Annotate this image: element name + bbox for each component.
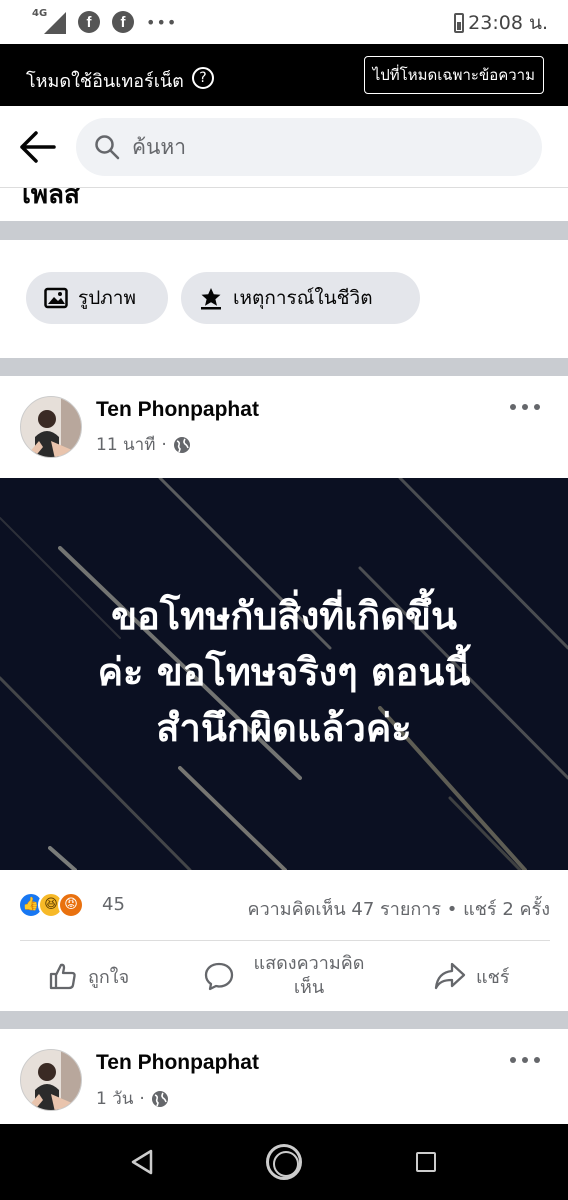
reaction-summary: 👍 😆 😡 45 ความคิดเห็น 47 รายการ • แชร์ 2 … (0, 870, 568, 940)
star-flag-icon (201, 288, 221, 310)
comment-share-stats[interactable]: ความคิดเห็น 47 รายการ • แชร์ 2 ครั้ง (248, 894, 550, 923)
like-icon (49, 963, 76, 990)
life-event-chip-label: เหตุการณ์ในชีวิต (233, 287, 373, 309)
post-meta: 11 นาที · (96, 431, 191, 458)
search-input[interactable] (132, 118, 512, 176)
data-mode-banner: โหมดใช้อินเทอร์เน็ต ไปที่โหมดเฉพาะข้อควา… (0, 44, 568, 106)
angry-reaction-icon: 😡 (58, 892, 84, 918)
comment-label: แสดงความคิดเห็น (253, 953, 365, 998)
photo-chip-label: รูปภาพ (78, 287, 136, 309)
cutoff-heading: เพลส (0, 188, 568, 221)
nav-back-icon[interactable] (130, 1148, 154, 1176)
post-time[interactable]: 11 นาที (96, 431, 155, 458)
text-only-mode-button[interactable]: ไปที่โหมดเฉพาะข้อความ (363, 56, 544, 94)
share-icon (434, 962, 466, 990)
post-actions: ถูกใจ แสดงความคิดเห็น แชร์ (0, 941, 568, 1011)
post-header: Ten Phonpaphat 11 นาที · (0, 376, 568, 478)
nav-home-icon[interactable] (266, 1144, 302, 1180)
post-image-line: ค่ะ ขอโทษจริงๆ ตอนนี้ (97, 650, 471, 694)
system-nav-bar (0, 1124, 568, 1200)
post-image-text: ขอโทษกับสิ่งที่เกิดขึ้น ค่ะ ขอโทษจริงๆ ต… (0, 588, 568, 756)
more-icon[interactable] (510, 1055, 540, 1065)
section-divider (0, 358, 568, 376)
banner-text: โหมดใช้อินเทอร์เน็ต (26, 71, 184, 92)
search-box[interactable] (76, 118, 542, 176)
cutoff-text: เพลส (22, 188, 80, 210)
avatar[interactable] (20, 1049, 82, 1111)
reaction-icons[interactable]: 👍 😆 😡 (18, 892, 84, 918)
search-icon (95, 135, 120, 160)
status-left: 4G f f ••• (30, 8, 178, 34)
section-divider (0, 1011, 568, 1029)
avatar[interactable] (20, 396, 82, 458)
facebook-icon: f (78, 11, 100, 33)
search-header (0, 106, 568, 188)
composer-chips: รูปภาพ เหตุการณ์ในชีวิต (0, 240, 568, 358)
back-arrow-icon[interactable] (18, 130, 58, 164)
status-right: 23:08 น. (454, 8, 548, 38)
more-icon[interactable] (510, 402, 540, 412)
post-image-line: สำนึกผิดแล้วค่ะ (156, 706, 412, 750)
post-image[interactable]: ขอโทษกับสิ่งที่เกิดขึ้น ค่ะ ขอโทษจริงๆ ต… (0, 478, 568, 870)
facebook-icon: f (112, 11, 134, 33)
post-author[interactable]: Ten Phonpaphat (96, 1051, 259, 1075)
reaction-count[interactable]: 45 (102, 894, 125, 915)
photo-icon (44, 287, 68, 309)
post-time[interactable]: 1 วัน (96, 1085, 133, 1112)
clock: 23:08 น. (468, 12, 548, 34)
nav-recents-icon[interactable] (416, 1152, 436, 1172)
photo-chip[interactable]: รูปภาพ (26, 272, 168, 324)
post-image-line: ขอโทษกับสิ่งที่เกิดขึ้น (111, 594, 457, 638)
help-icon[interactable]: ? (192, 67, 214, 89)
more-notifications-icon: ••• (146, 12, 178, 32)
like-button[interactable]: ถูกใจ (48, 941, 129, 1011)
post-author[interactable]: Ten Phonpaphat (96, 398, 259, 422)
share-label: แชร์ (476, 966, 510, 988)
globe-icon (151, 1090, 168, 1107)
share-button[interactable]: แชร์ (434, 941, 510, 1011)
comment-button[interactable]: แสดงความคิดเห็น (204, 941, 374, 1011)
globe-icon (173, 436, 190, 453)
status-bar: 4G f f ••• 23:08 น. (0, 0, 568, 44)
comment-icon (204, 962, 234, 991)
section-divider (0, 221, 568, 240)
life-event-chip[interactable]: เหตุการณ์ในชีวิต (181, 272, 420, 324)
like-label: ถูกใจ (88, 966, 130, 988)
battery-icon (454, 13, 465, 33)
post-header: Ten Phonpaphat 1 วัน · (0, 1029, 568, 1124)
post-meta: 1 วัน · (96, 1085, 169, 1112)
signal-icon: 4G (30, 8, 66, 34)
